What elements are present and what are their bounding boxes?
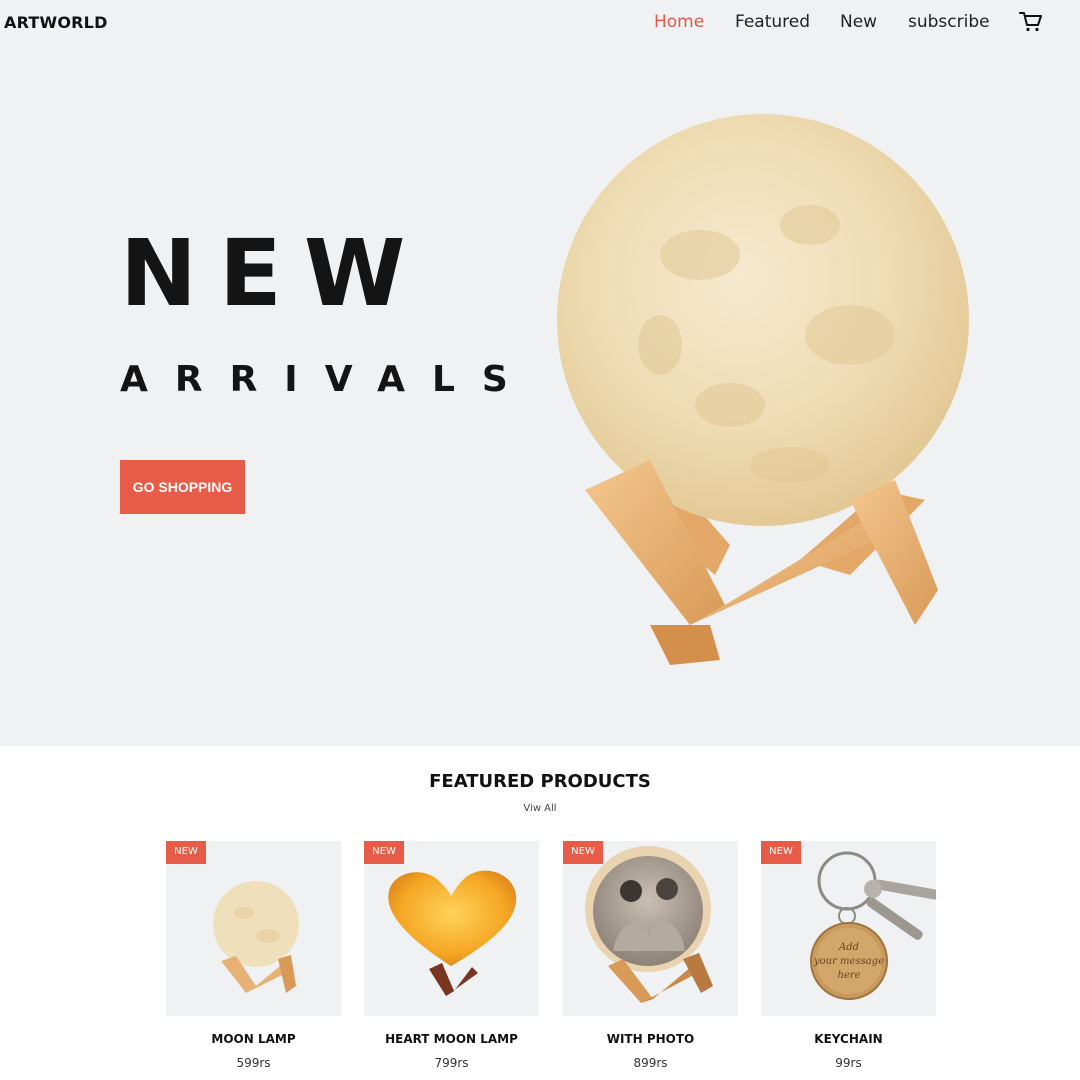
hero-subtitle: ARRIVALS xyxy=(120,359,535,400)
product-image[interactable]: NEW xyxy=(563,841,738,1016)
product-card[interactable]: NEW WITH PHOTO 899rs xyxy=(563,841,738,1070)
svg-text:here: here xyxy=(837,970,860,981)
photo-lamp-image xyxy=(585,846,713,1003)
product-card[interactable]: NEW MOON LAMP 599rs xyxy=(166,841,341,1070)
go-shopping-button[interactable]: GO SHOPPING xyxy=(120,460,245,514)
keychain-image: Add your message here xyxy=(810,851,936,1000)
heart-lamp-image xyxy=(388,870,517,996)
product-name[interactable]: MOON LAMP xyxy=(166,1032,341,1046)
product-image[interactable]: NEW xyxy=(364,841,539,1016)
cart-icon[interactable] xyxy=(1019,11,1043,33)
featured-products-title: FEATURED PRODUCTS xyxy=(429,771,651,792)
product-price: 599rs xyxy=(236,1056,271,1070)
nav-featured[interactable]: Featured xyxy=(735,12,810,32)
moon-lamp-hero-image xyxy=(557,114,969,665)
product-price: 899rs xyxy=(633,1056,668,1070)
hero-section: ARTWORLD Home Featured New subscribe NEW… xyxy=(0,0,1080,746)
new-badge: NEW xyxy=(166,841,206,864)
product-card[interactable]: Add your message here NEW KEYCHAIN 99rs xyxy=(761,841,936,1070)
svg-text:Add: Add xyxy=(838,942,859,953)
new-badge: NEW xyxy=(761,841,801,864)
new-badge: NEW xyxy=(364,841,404,864)
view-all-link[interactable]: Viw All xyxy=(0,803,1080,814)
svg-text:your message: your message xyxy=(813,956,884,967)
product-name[interactable]: HEART MOON LAMP xyxy=(364,1032,539,1046)
main-nav: Home Featured New subscribe xyxy=(0,12,1080,36)
product-price: 99rs xyxy=(835,1056,862,1070)
product-price: 799rs xyxy=(434,1056,469,1070)
hero-title: NEW xyxy=(120,220,428,327)
nav-home[interactable]: Home xyxy=(654,12,704,32)
product-name[interactable]: KEYCHAIN xyxy=(761,1032,936,1046)
product-name[interactable]: WITH PHOTO xyxy=(563,1032,738,1046)
product-card[interactable]: NEW HEART MOON LAMP 799rs xyxy=(364,841,539,1070)
nav-subscribe[interactable]: subscribe xyxy=(908,12,990,32)
new-badge: NEW xyxy=(563,841,603,864)
moon-lamp-image xyxy=(213,881,299,993)
nav-new[interactable]: New xyxy=(840,12,877,32)
product-image[interactable]: NEW xyxy=(166,841,341,1016)
product-image[interactable]: Add your message here NEW xyxy=(761,841,936,1016)
